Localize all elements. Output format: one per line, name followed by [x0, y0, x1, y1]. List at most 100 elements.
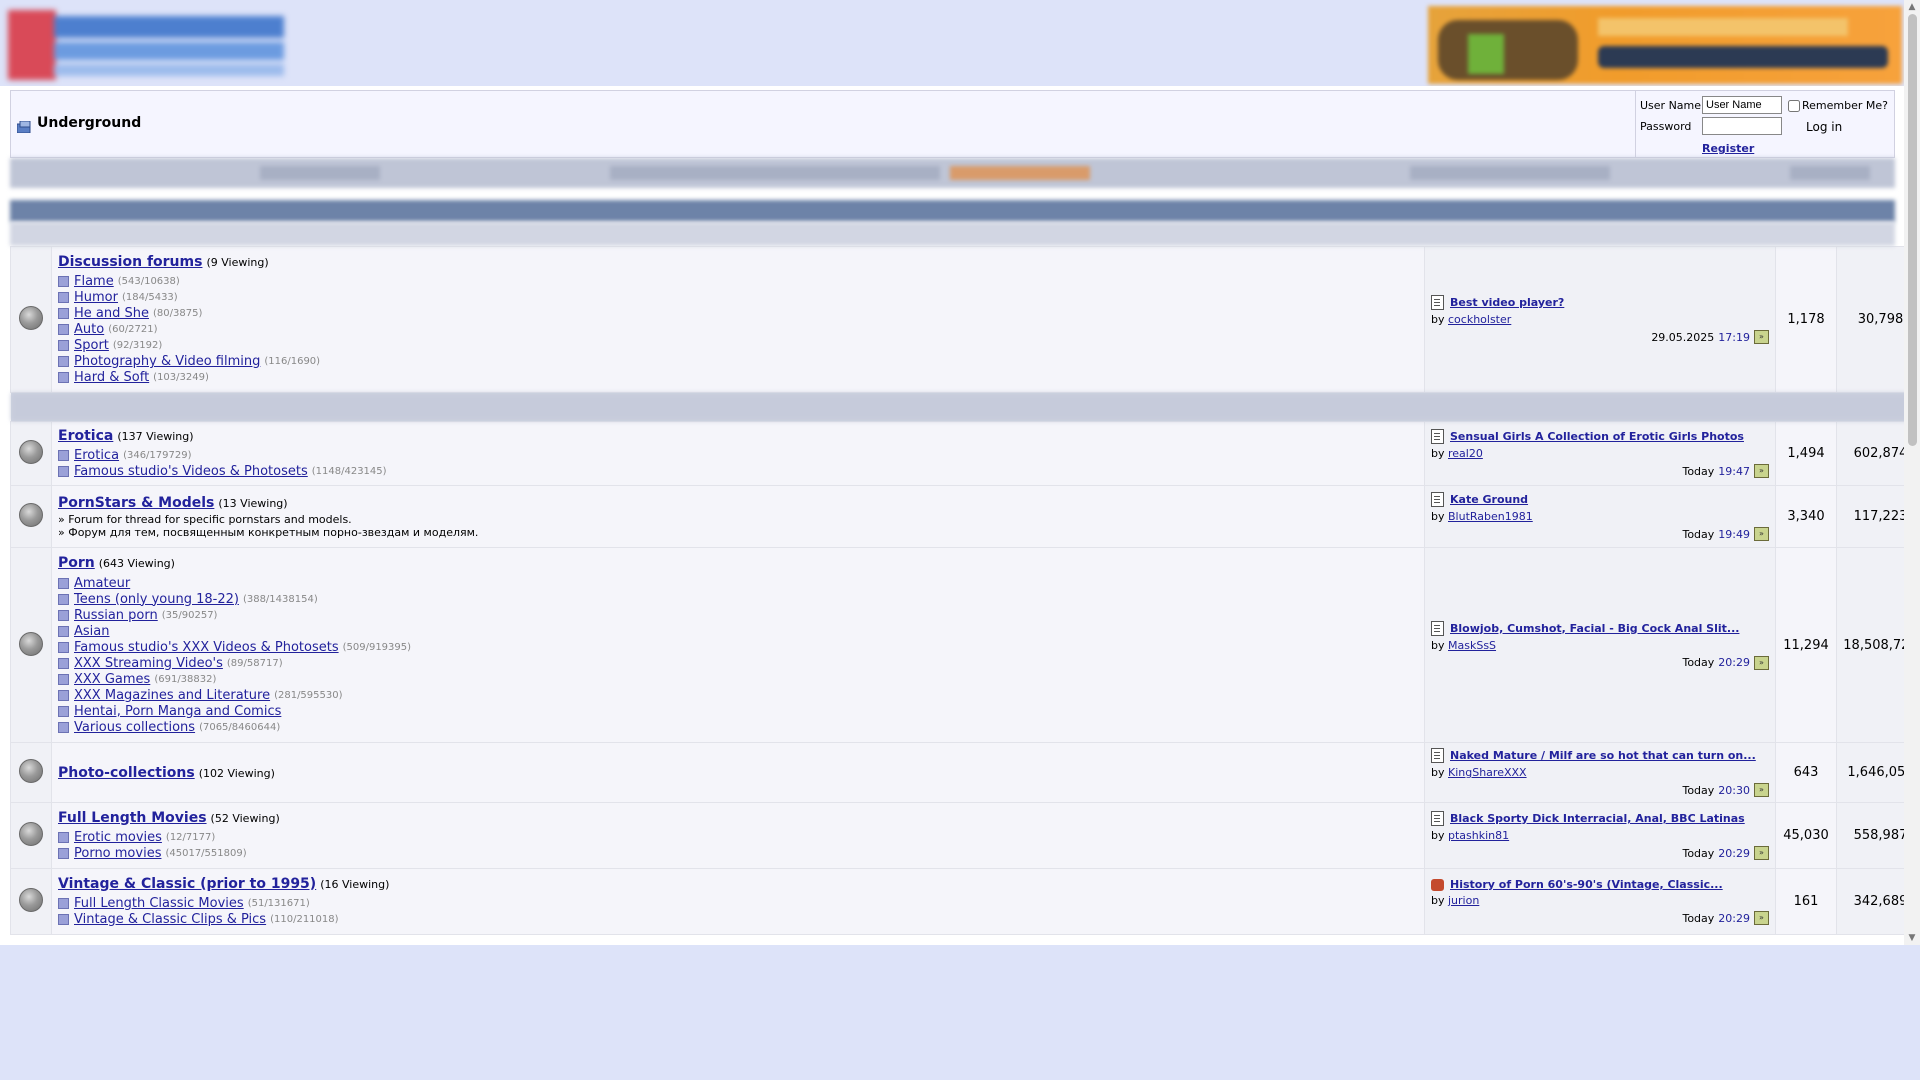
subforum-count: (281/595530): [274, 689, 343, 701]
last-post-user[interactable]: real20: [1448, 447, 1483, 460]
last-post-user[interactable]: cockholster: [1448, 313, 1511, 326]
scroll-down-arrow-icon[interactable]: ▼: [1904, 931, 1920, 945]
thread-count: 1,178: [1775, 246, 1837, 393]
subforum-item: Erotic movies (12/7177): [58, 830, 1418, 846]
subforum-link[interactable]: Auto: [74, 322, 104, 337]
last-post-time: 20:29: [1718, 911, 1750, 925]
forum-status-icon: [19, 759, 43, 783]
subforum-item: He and She (80/3875): [58, 306, 1418, 322]
post-count: 30,798: [1836, 246, 1904, 393]
go-to-last-post-icon[interactable]: »: [1754, 846, 1769, 860]
subforum-link[interactable]: Porno movies: [74, 846, 161, 861]
last-post: History of Porn 60's-90's (Vintage, Clas…: [1424, 868, 1776, 935]
scrollbar-thumb[interactable]: [1908, 14, 1917, 446]
subforum-link[interactable]: Erotica: [74, 448, 119, 463]
subforum-item: Flame (543/10638): [58, 274, 1418, 290]
subforum-icon: [58, 276, 69, 287]
password-input[interactable]: [1702, 117, 1782, 135]
last-post-user[interactable]: ptashkin81: [1448, 829, 1509, 842]
last-post-date: Today: [1682, 846, 1715, 860]
forum-title[interactable]: Full Length Movies: [58, 810, 207, 826]
subforum-icon: [58, 689, 69, 701]
subforum-link[interactable]: Sport: [74, 338, 109, 353]
vertical-scrollbar[interactable]: ▲ ▼: [1904, 0, 1920, 945]
login-button[interactable]: Log in: [1806, 120, 1842, 134]
subforum-link[interactable]: Teens (only young 18-22): [74, 592, 239, 607]
subforum-item: Erotica (346/179729): [58, 448, 1418, 464]
go-to-last-post-icon[interactable]: »: [1754, 655, 1769, 670]
go-to-last-post-icon[interactable]: »: [1754, 330, 1769, 344]
last-post-title[interactable]: Kate Ground: [1450, 493, 1528, 506]
forum-title[interactable]: Photo-collections: [58, 765, 195, 781]
last-post-by: by: [1431, 829, 1445, 842]
subforum-link[interactable]: XXX Games: [74, 672, 150, 687]
subforum-link[interactable]: He and She: [74, 306, 149, 321]
remember-me-checkbox[interactable]: [1788, 99, 1800, 112]
subforum-link[interactable]: Famous studio's XXX Videos & Photosets: [74, 640, 339, 655]
last-post-title[interactable]: Blowjob, Cumshot, Facial - Big Cock Anal…: [1450, 622, 1739, 635]
subforum-item: Famous studio's XXX Videos & Photosets (5…: [58, 639, 1418, 655]
last-post-user[interactable]: BlutRaben1981: [1448, 510, 1533, 523]
subforum-count: (346/179729): [123, 450, 192, 461]
subforum-item: Russian porn (35/90257): [58, 607, 1418, 623]
forum-row: PornStars & Models (13 Viewing) » Forum f…: [10, 485, 1904, 548]
last-post: Black Sporty Dick Interracial, Anal, BBC…: [1424, 802, 1776, 869]
go-to-last-post-icon[interactable]: »: [1754, 527, 1769, 541]
remember-me[interactable]: Remember Me?: [1788, 99, 1888, 112]
forum-title[interactable]: Vintage & Classic (prior to 1995): [58, 876, 316, 892]
subforum-link[interactable]: Erotic movies: [74, 830, 162, 845]
last-post-user[interactable]: MaskSsS: [1448, 639, 1496, 652]
username-input[interactable]: [1702, 96, 1782, 114]
last-post-title[interactable]: History of Porn 60's-90's (Vintage, Clas…: [1450, 878, 1723, 891]
thread-icon: [1431, 748, 1444, 763]
forum-viewing: (102 Viewing): [198, 766, 275, 780]
site-logo[interactable]: [8, 10, 285, 80]
subforum-link[interactable]: Famous studio's Videos & Photosets: [74, 464, 308, 479]
subforum-link[interactable]: Full Length Classic Movies: [74, 896, 244, 911]
last-post-user[interactable]: KingShareXXX: [1448, 766, 1527, 779]
navbits-home-icon[interactable]: [17, 121, 31, 133]
username-label: User Name: [1640, 99, 1702, 112]
subforum-icon: [58, 577, 69, 589]
subforum-item: Teens (only young 18-22) (388/1438154): [58, 591, 1418, 607]
subforum-link[interactable]: Amateur: [74, 576, 130, 591]
go-to-last-post-icon[interactable]: »: [1754, 464, 1769, 478]
last-post-user[interactable]: jurion: [1448, 894, 1479, 907]
thread-count: 11,294: [1775, 547, 1837, 743]
subforum-link[interactable]: XXX Streaming Video's: [74, 656, 223, 671]
subforum-link[interactable]: Humor: [74, 290, 118, 305]
forum-title[interactable]: Porn: [58, 555, 95, 571]
subforum-link[interactable]: Flame: [74, 274, 114, 289]
ad-banner[interactable]: [1428, 6, 1902, 84]
forum-title[interactable]: Erotica: [58, 428, 113, 444]
last-post-title[interactable]: Black Sporty Dick Interracial, Anal, BBC…: [1450, 812, 1745, 825]
subforum-link[interactable]: Hard & Soft: [74, 370, 149, 385]
go-to-last-post-icon[interactable]: »: [1754, 911, 1769, 925]
subforum-link[interactable]: Vintage & Classic Clips & Pics: [74, 912, 266, 927]
last-post-title[interactable]: Best video player?: [1450, 296, 1564, 309]
forum-viewing: (16 Viewing): [320, 877, 390, 891]
subforum-link[interactable]: Various collections: [74, 720, 195, 735]
subforum-link[interactable]: Hentai, Porn Manga and Comics: [74, 704, 281, 719]
subforum-count: (7065/8460644): [199, 721, 281, 733]
subforum-link[interactable]: Photography & Video filming: [74, 354, 260, 369]
thread-icon: [1431, 811, 1444, 826]
last-post-by: by: [1431, 510, 1445, 523]
last-post-title[interactable]: Sensual Girls A Collection of Erotic Gir…: [1450, 430, 1744, 443]
subforum-link[interactable]: Asian: [74, 624, 109, 639]
post-count: 1,646,052: [1836, 742, 1904, 803]
category-header: [10, 200, 1895, 222]
forum-title[interactable]: PornStars & Models: [58, 495, 214, 511]
forum-row: Photo-collections (102 Viewing) Naked Mat…: [10, 742, 1904, 803]
subforum-link[interactable]: XXX Magazines and Literature: [74, 688, 270, 703]
last-post: Kate Ground by BlutRaben1981 Today 19:49 »: [1424, 485, 1776, 548]
go-to-last-post-icon[interactable]: »: [1754, 783, 1769, 797]
subforum-count: (1148/423145): [311, 466, 387, 477]
navbar: Underground User Name Remember Me? Passw…: [10, 90, 1895, 158]
page-title[interactable]: Underground: [37, 115, 141, 131]
forum-title[interactable]: Discussion forums: [58, 254, 202, 270]
last-post-title[interactable]: Naked Mature / Milf are so hot that can …: [1450, 749, 1756, 762]
subforum-link[interactable]: Russian porn: [74, 608, 158, 623]
scroll-up-arrow-icon[interactable]: ▲: [1904, 0, 1920, 14]
register-link[interactable]: Register: [1702, 142, 1754, 155]
